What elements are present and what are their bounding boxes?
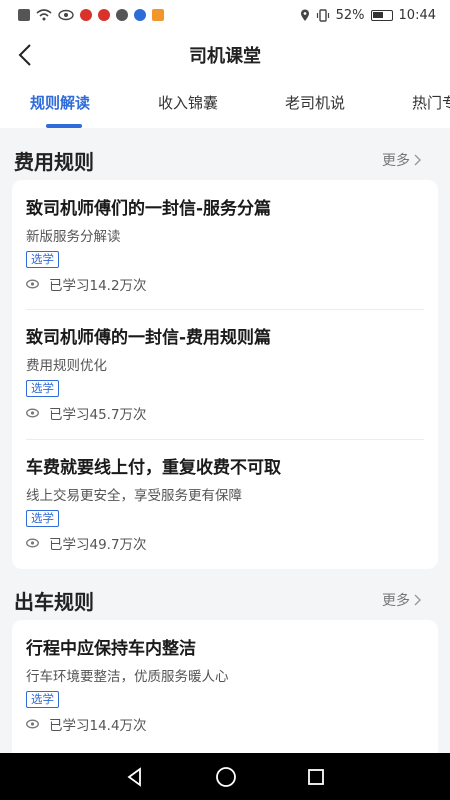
view-count-text: 已学习49.7万次 bbox=[49, 537, 147, 553]
chevron-left-icon bbox=[18, 44, 31, 66]
divider bbox=[26, 309, 424, 310]
list-item[interactable]: 致司机师傅们的一封信-服务分篇 新版服务分解读 选学 已学习14.2万次 bbox=[26, 194, 424, 294]
divider bbox=[26, 439, 424, 440]
battery-percent: 52% bbox=[335, 7, 365, 23]
eye-icon bbox=[26, 719, 39, 729]
item-subtitle: 线上交易更安全，享受服务更有保障 bbox=[26, 488, 242, 504]
app-notification-icon bbox=[98, 9, 110, 21]
more-link-fee-rules[interactable]: 更多 bbox=[382, 150, 422, 170]
view-count: 已学习45.7万次 bbox=[26, 403, 424, 423]
page-title: 司机课堂 bbox=[189, 46, 261, 67]
section-title-driving-rules: 出车规则 bbox=[14, 590, 94, 614]
item-subtitle: 行车环境要整洁，优质服务暖人心 bbox=[26, 669, 229, 685]
status-icons-left bbox=[18, 9, 164, 21]
eye-icon bbox=[58, 9, 74, 21]
elective-badge: 选学 bbox=[26, 510, 59, 527]
user-icon bbox=[116, 9, 128, 21]
elective-badge: 选学 bbox=[26, 251, 59, 268]
header: 司机课堂 bbox=[0, 30, 450, 80]
view-count-text: 已学习45.7万次 bbox=[49, 407, 147, 423]
music-icon bbox=[134, 9, 146, 21]
list-item[interactable]: 车费就要线上付，重复收费不可取 线上交易更安全，享受服务更有保障 选学 已学习4… bbox=[26, 453, 424, 553]
chevron-right-icon bbox=[414, 594, 421, 606]
item-title: 致司机师傅的一封信-费用规则篇 bbox=[26, 328, 272, 348]
view-count-text: 已学习14.2万次 bbox=[49, 278, 147, 294]
vibrate-icon bbox=[316, 8, 329, 22]
item-subtitle: 新版服务分解读 bbox=[26, 229, 121, 245]
back-button[interactable] bbox=[10, 40, 40, 70]
location-icon bbox=[300, 9, 309, 21]
more-link-driving-rules[interactable]: 更多 bbox=[382, 590, 422, 610]
tab-rules[interactable]: 规则解读 bbox=[30, 92, 90, 113]
view-count-text: 已学习14.4万次 bbox=[49, 718, 147, 734]
clock: 10:44 bbox=[398, 7, 436, 23]
app-notification-icon bbox=[80, 9, 92, 21]
tab-bar: 规则解读 收入锦囊 老司机说 热门专 bbox=[0, 80, 450, 128]
play-icon bbox=[152, 9, 164, 21]
tab-income-tips[interactable]: 收入锦囊 bbox=[158, 92, 218, 113]
eye-icon bbox=[26, 538, 39, 548]
eye-icon bbox=[26, 408, 39, 418]
card-fee-rules: 致司机师傅们的一封信-服务分篇 新版服务分解读 选学 已学习14.2万次 致司机… bbox=[12, 180, 438, 569]
tab-veteran-drivers[interactable]: 老司机说 bbox=[285, 92, 345, 113]
item-title: 车费就要线上付，重复收费不可取 bbox=[26, 458, 281, 478]
status-bar: 52% 10:44 bbox=[0, 0, 450, 30]
tab-active-indicator bbox=[46, 124, 82, 128]
recents-square-icon[interactable] bbox=[307, 768, 325, 786]
item-subtitle: 费用规则优化 bbox=[26, 358, 107, 374]
status-icons-right: 52% 10:44 bbox=[300, 8, 436, 23]
elective-badge: 选学 bbox=[26, 380, 59, 397]
elective-badge: 选学 bbox=[26, 691, 59, 708]
battery-icon bbox=[370, 9, 393, 21]
tab-hot-topics[interactable]: 热门专 bbox=[412, 92, 450, 113]
view-count: 已学习49.7万次 bbox=[26, 533, 424, 553]
list-item[interactable]: 行程中应保持车内整洁 行车环境要整洁，优质服务暖人心 选学 已学习14.4万次 bbox=[26, 634, 424, 734]
home-circle-icon[interactable] bbox=[215, 766, 237, 788]
wifi-icon bbox=[36, 9, 52, 21]
more-label: 更多 bbox=[382, 593, 410, 609]
more-label: 更多 bbox=[382, 153, 410, 169]
section-title-fee-rules: 费用规则 bbox=[14, 150, 94, 174]
card-driving-rules: 行程中应保持车内整洁 行车环境要整洁，优质服务暖人心 选学 已学习14.4万次 bbox=[12, 620, 438, 760]
back-triangle-icon[interactable] bbox=[125, 766, 145, 787]
list-item[interactable]: 致司机师傅的一封信-费用规则篇 费用规则优化 选学 已学习45.7万次 bbox=[26, 323, 424, 423]
system-nav-bar bbox=[0, 753, 450, 800]
item-title: 行程中应保持车内整洁 bbox=[26, 639, 196, 659]
view-count: 已学习14.4万次 bbox=[26, 714, 424, 734]
item-title: 致司机师傅们的一封信-服务分篇 bbox=[26, 199, 272, 219]
view-count: 已学习14.2万次 bbox=[26, 274, 424, 294]
eye-icon bbox=[26, 279, 39, 289]
chevron-right-icon bbox=[414, 154, 421, 166]
alert-icon bbox=[18, 9, 30, 21]
